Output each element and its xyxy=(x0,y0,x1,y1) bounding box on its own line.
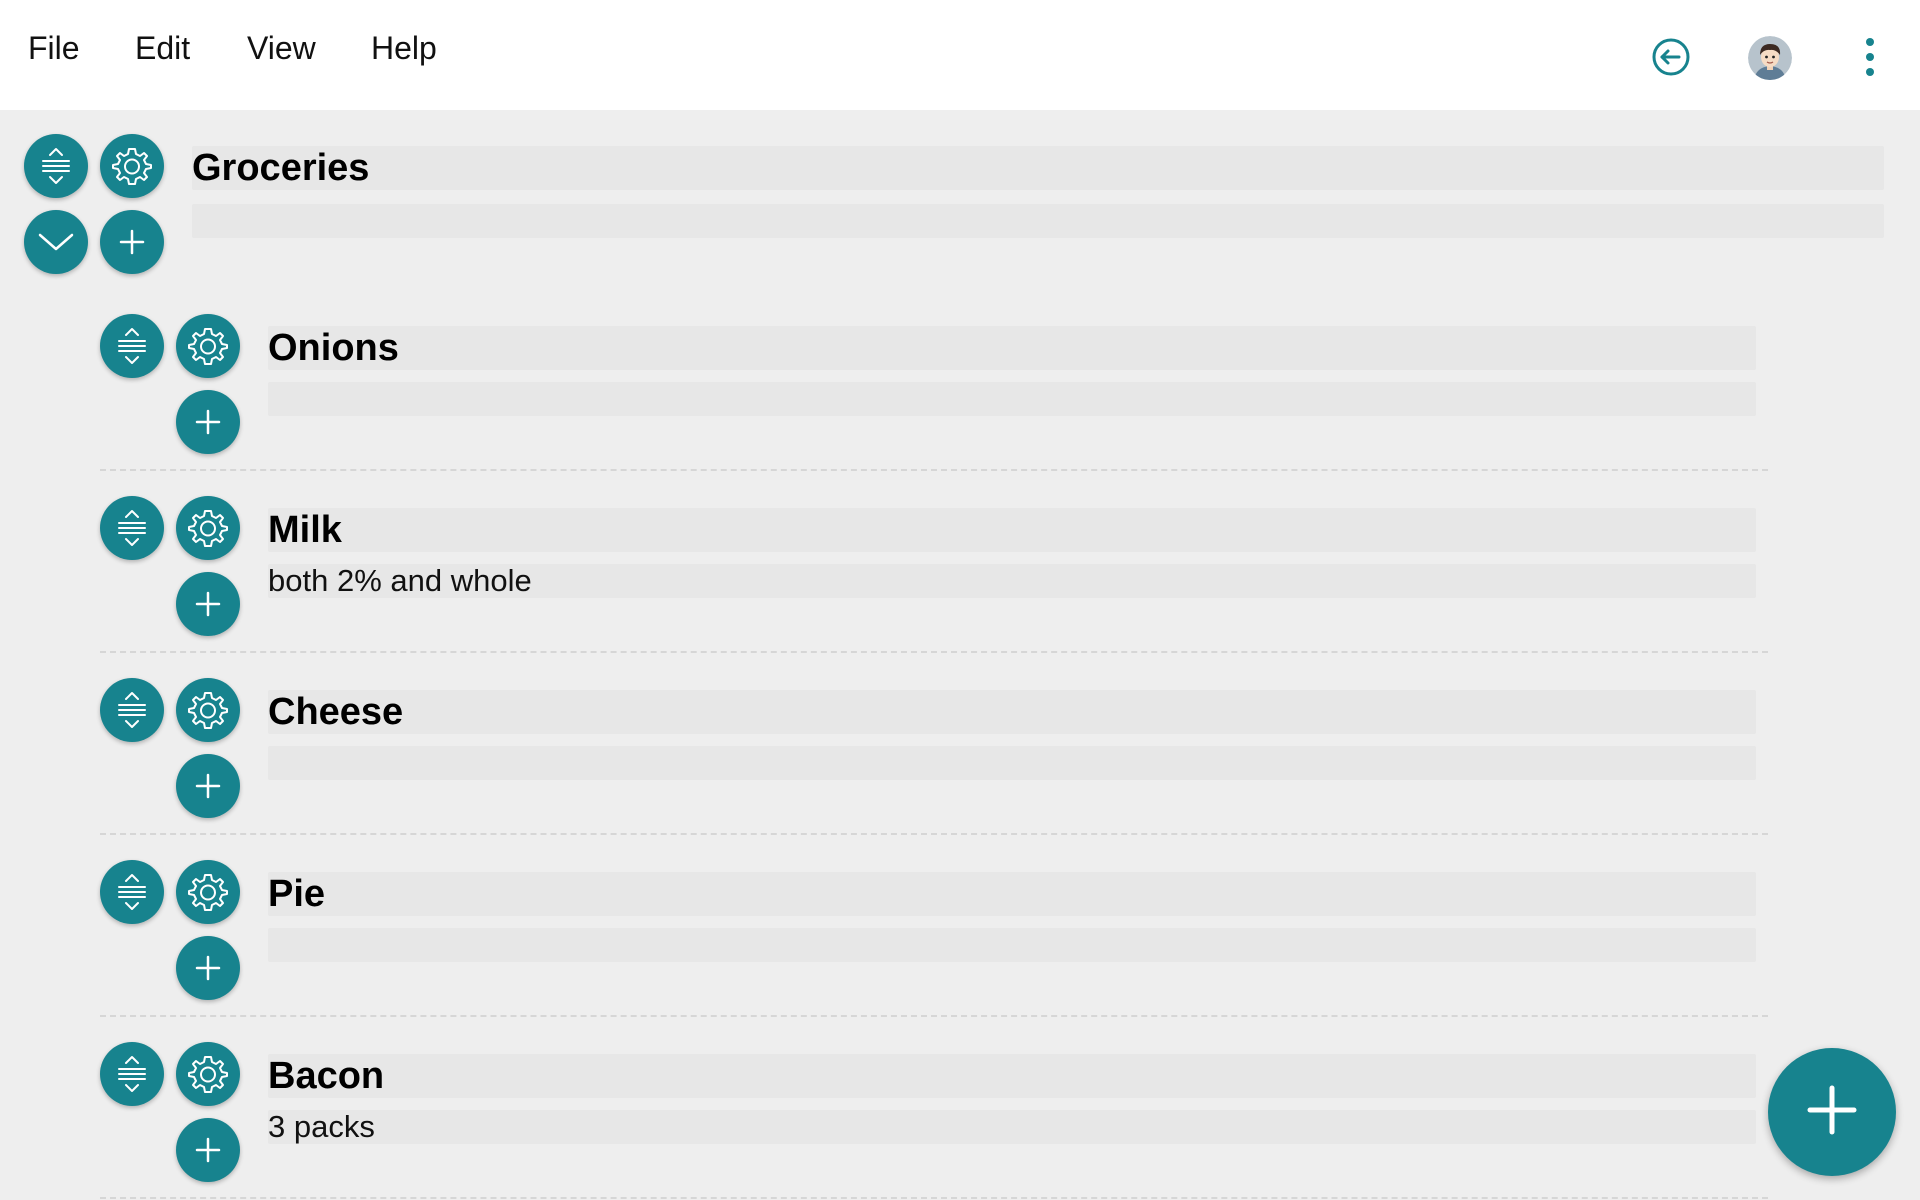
plus-icon xyxy=(194,408,222,436)
item-reorder-button[interactable] xyxy=(100,314,164,378)
item-settings-button[interactable] xyxy=(176,1042,240,1106)
reorder-icon xyxy=(115,1054,149,1094)
plus-icon xyxy=(194,772,222,800)
item-divider xyxy=(100,651,1768,653)
back-arrow-circle-icon[interactable] xyxy=(1648,34,1694,80)
add-subitem-button[interactable] xyxy=(100,210,164,274)
item-add-button[interactable] xyxy=(176,936,240,1000)
item-reorder-button[interactable] xyxy=(100,860,164,924)
item-add-button[interactable] xyxy=(176,390,240,454)
menu-edit[interactable]: Edit xyxy=(135,30,190,67)
item-add-button[interactable] xyxy=(176,572,240,636)
item-title: Bacon xyxy=(268,1055,385,1097)
item-title-field[interactable]: Cheese xyxy=(268,690,1756,734)
item-reorder-button[interactable] xyxy=(100,678,164,742)
item-title-field[interactable]: Bacon xyxy=(268,1054,1756,1098)
add-item-fab[interactable] xyxy=(1768,1048,1896,1176)
item-settings-button[interactable] xyxy=(176,314,240,378)
plus-icon xyxy=(1804,1082,1860,1143)
list-note-field[interactable] xyxy=(192,204,1884,238)
reorder-icon xyxy=(115,326,149,366)
collapse-button[interactable] xyxy=(24,210,88,274)
list-title: Groceries xyxy=(192,147,370,189)
item-divider xyxy=(100,1197,1768,1199)
reorder-button[interactable] xyxy=(24,134,88,198)
gear-icon xyxy=(186,688,230,732)
item-title: Onions xyxy=(268,327,399,369)
menu-file[interactable]: File xyxy=(28,30,80,67)
item-title-field[interactable]: Onions xyxy=(268,326,1756,370)
gear-icon xyxy=(110,144,154,188)
item-note-field[interactable]: 3 packs xyxy=(268,1110,1756,1144)
plus-icon xyxy=(194,954,222,982)
item-title: Cheese xyxy=(268,691,404,733)
reorder-icon xyxy=(115,508,149,548)
item-note-field[interactable] xyxy=(268,746,1756,780)
menu-help[interactable]: Help xyxy=(371,30,437,67)
item-note-field[interactable] xyxy=(268,382,1756,416)
item-divider xyxy=(100,469,1768,471)
item-note-field[interactable] xyxy=(268,928,1756,962)
item-settings-button[interactable] xyxy=(176,860,240,924)
item-settings-button[interactable] xyxy=(176,496,240,560)
item-title: Pie xyxy=(268,873,326,915)
chevron-down-icon xyxy=(37,230,75,254)
item-note: 3 packs xyxy=(268,1109,375,1144)
item-divider xyxy=(100,1015,1768,1017)
item-title: Milk xyxy=(268,509,342,551)
item-settings-button[interactable] xyxy=(176,678,240,742)
item-note-field[interactable]: both 2% and whole xyxy=(268,564,1756,598)
plus-icon xyxy=(118,228,146,256)
more-vertical-icon[interactable] xyxy=(1847,34,1893,80)
settings-button[interactable] xyxy=(100,134,164,198)
plus-icon xyxy=(194,590,222,618)
item-title-field[interactable]: Milk xyxy=(268,508,1756,552)
item-note: both 2% and whole xyxy=(268,563,532,598)
item-reorder-button[interactable] xyxy=(100,496,164,560)
item-title-field[interactable]: Pie xyxy=(268,872,1756,916)
reorder-icon xyxy=(39,146,73,186)
item-add-button[interactable] xyxy=(176,754,240,818)
gear-icon xyxy=(186,324,230,368)
gear-icon xyxy=(186,870,230,914)
user-avatar[interactable] xyxy=(1748,36,1792,80)
item-divider xyxy=(100,833,1768,835)
gear-icon xyxy=(186,1052,230,1096)
item-reorder-button[interactable] xyxy=(100,1042,164,1106)
top-bar: File Edit View Help xyxy=(0,0,1920,110)
list-title-field[interactable]: Groceries xyxy=(192,146,1884,190)
item-add-button[interactable] xyxy=(176,1118,240,1182)
reorder-icon xyxy=(115,690,149,730)
plus-icon xyxy=(194,1136,222,1164)
menu-view[interactable]: View xyxy=(247,30,316,67)
reorder-icon xyxy=(115,872,149,912)
gear-icon xyxy=(186,506,230,550)
